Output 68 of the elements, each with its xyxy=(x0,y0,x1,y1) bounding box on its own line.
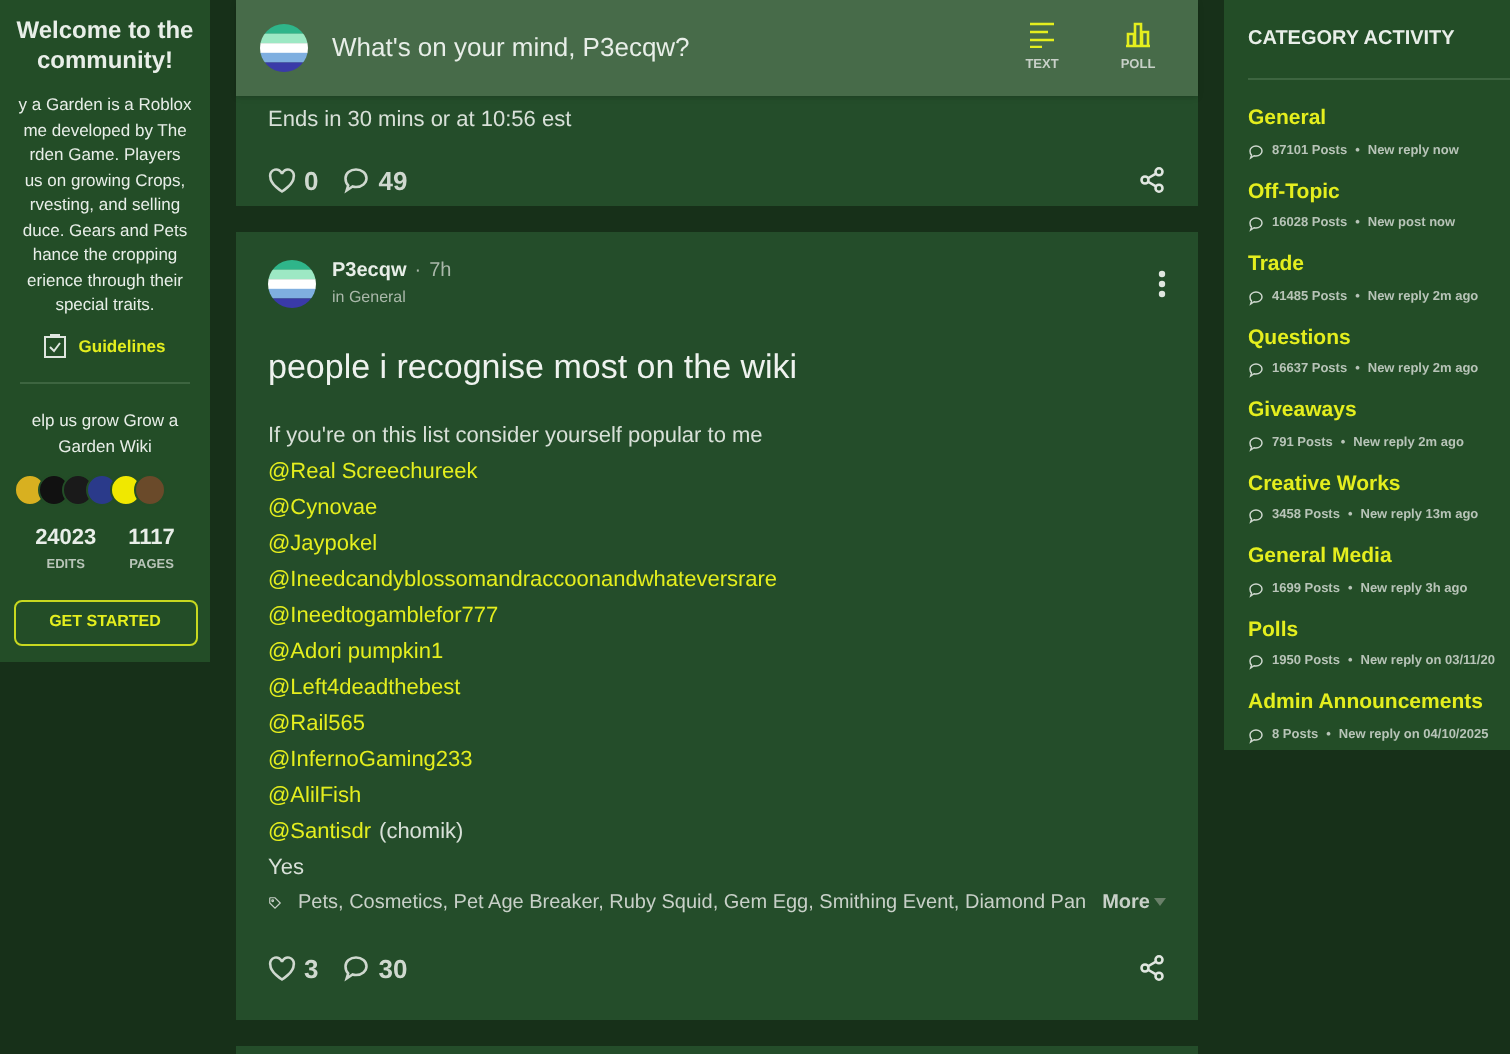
category-link[interactable]: General xyxy=(1248,104,1510,136)
avatar-icon xyxy=(260,24,308,72)
bar-chart-icon xyxy=(1124,20,1152,49)
like-button[interactable]: 3 xyxy=(268,949,319,988)
user-mention-link[interactable]: @Ineedtogamblefor777 xyxy=(268,597,499,633)
comment-button[interactable]: 30 xyxy=(342,949,408,988)
avatar-icon xyxy=(268,259,316,307)
comment-button[interactable]: 49 xyxy=(342,161,408,200)
share-icon[interactable] xyxy=(1138,166,1166,195)
comment-icon xyxy=(342,954,371,983)
help-text: elp us grow Grow a Garden Wiki xyxy=(31,408,179,459)
comment-icon xyxy=(1248,727,1264,744)
comment-icon xyxy=(1248,508,1264,525)
user-mention-link[interactable]: @Jaypokel xyxy=(268,525,378,561)
category-link[interactable]: Questions xyxy=(1248,323,1510,355)
category-link[interactable]: Creative Works xyxy=(1248,469,1510,501)
category-link[interactable]: Off-Topic xyxy=(1248,177,1510,209)
post-text: If you're on this list consider yourself popular to me xyxy=(268,421,765,451)
share-icon[interactable] xyxy=(1138,954,1166,983)
category-link[interactable]: Trade xyxy=(1248,250,1510,282)
comment-icon xyxy=(1248,435,1264,452)
comment-icon xyxy=(1248,143,1264,160)
user-mention-link[interactable]: @Cynovae xyxy=(268,489,378,525)
comment-icon xyxy=(1248,362,1264,379)
caret-icon xyxy=(1154,898,1166,906)
comment-icon xyxy=(342,166,371,195)
comment-icon xyxy=(1248,289,1264,306)
category-link[interactable]: Polls xyxy=(1248,615,1510,647)
user-mention-link[interactable]: @Adori pumpkin1 xyxy=(268,633,444,669)
stat-value: 24023 xyxy=(35,524,97,555)
welcome-title: Welcome to the community! xyxy=(16,16,194,76)
welcome-description: y a Garden is a Roblox me developed by The rden Game. Players us on growing Crops, rvesting, and selling duce. Gears and Pets hance the cropping erience through their special traits. xyxy=(18,92,192,317)
tag-list: Pets, Cosmetics, Pet Age Breaker, Ruby Squid, Gem Egg, Smithing Event, Diamond Pan xyxy=(298,887,1087,917)
user-mention-link[interactable]: @InfernoGaming233 xyxy=(268,741,473,777)
like-button[interactable]: 0 xyxy=(268,161,319,200)
comment-icon xyxy=(1248,581,1264,598)
comment-icon xyxy=(1248,654,1264,671)
user-mention-link[interactable]: @Left4deadthebest xyxy=(268,669,461,705)
stat-value: 1117 xyxy=(128,524,175,555)
post-title: people i recognise most on the wiki xyxy=(268,346,800,390)
comment-icon xyxy=(1248,216,1264,233)
post-time: · xyxy=(414,258,422,286)
lines-icon xyxy=(1028,20,1056,49)
user-mention-link[interactable]: @Real Screechureek xyxy=(268,453,478,489)
user-mention-link[interactable]: @Santisdr xyxy=(268,813,372,849)
heart-icon xyxy=(268,167,296,194)
category-link[interactable]: General Media xyxy=(1248,542,1510,574)
avatar xyxy=(13,474,45,507)
avatar xyxy=(133,474,165,507)
get-started-button[interactable]: GET STARTED xyxy=(13,599,197,645)
panel-title: CATEGORY ACTIVITY xyxy=(1248,24,1510,80)
mention-note: (chomik) xyxy=(379,817,464,847)
composer-field[interactable]: What's on your mind, P3ecqw? xyxy=(332,28,982,68)
more-tags-button[interactable]: More xyxy=(1102,887,1166,917)
user-mention-link[interactable]: @Rail565 xyxy=(268,705,365,741)
user-mention-link[interactable]: @AlilFish xyxy=(268,777,362,813)
heart-icon xyxy=(268,955,296,982)
category-link[interactable]: in General xyxy=(332,286,1142,310)
post-time: 7h xyxy=(429,258,452,286)
post-body: Ends in 30 mins or at 10:56 est xyxy=(268,106,574,136)
user-mention-link[interactable]: @Ineedcandyblossomandraccoonandwhateversrare xyxy=(268,561,778,597)
more-options-icon[interactable] xyxy=(1158,269,1166,297)
guidelines-link[interactable]: Guidelines xyxy=(78,333,166,359)
post-text: Yes xyxy=(268,853,306,883)
category-link[interactable]: Admin Announcements xyxy=(1248,688,1510,720)
clipboard-check-icon xyxy=(44,333,67,358)
category-link[interactable]: Giveaways xyxy=(1248,396,1510,428)
author-name[interactable]: P3ecqw xyxy=(332,256,407,286)
